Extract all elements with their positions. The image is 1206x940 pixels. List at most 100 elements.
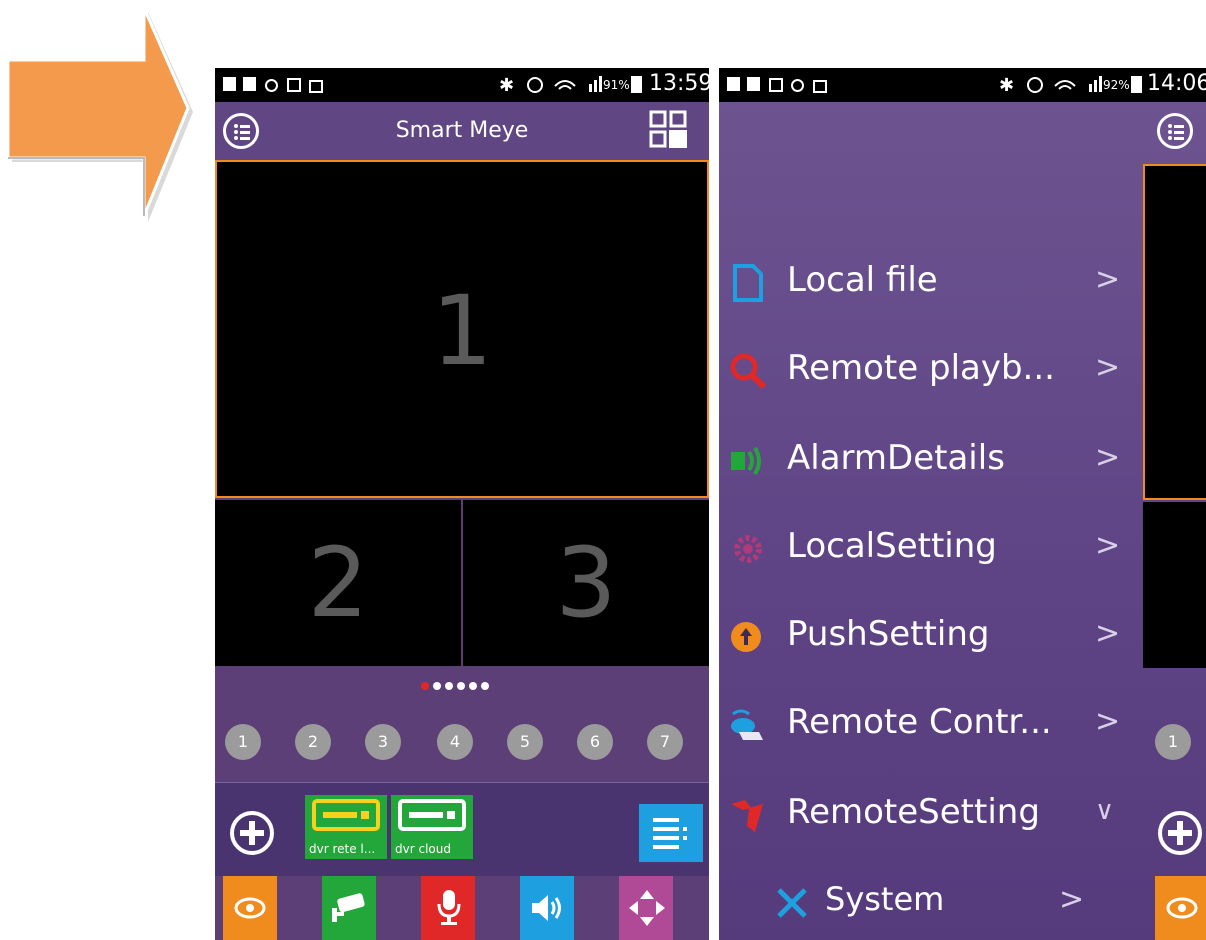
channel-button[interactable]: 7 bbox=[647, 724, 683, 760]
chevron-right-icon: > bbox=[1095, 616, 1121, 651]
chevron-down-icon: ∨ bbox=[1095, 796, 1115, 826]
ptz-icon bbox=[1166, 897, 1198, 919]
notification-icon bbox=[791, 79, 804, 92]
wrench-icon bbox=[777, 888, 807, 918]
page-dot bbox=[469, 682, 477, 690]
menu-item-local-file[interactable]: Local file > bbox=[719, 248, 1149, 320]
channel-button[interactable]: 6 bbox=[577, 724, 613, 760]
channel-button[interactable]: 1 bbox=[1155, 724, 1191, 760]
video-cell-3[interactable]: 3 bbox=[463, 500, 709, 666]
notification-icon bbox=[747, 77, 760, 91]
remote-control-icon bbox=[731, 709, 763, 740]
dvr-icon bbox=[398, 799, 466, 831]
app-title: Smart Meye bbox=[395, 118, 529, 143]
add-device-icon[interactable] bbox=[1157, 810, 1203, 856]
ptz-button[interactable] bbox=[1155, 876, 1206, 940]
battery-icon bbox=[1131, 76, 1142, 93]
video-cell-1[interactable]: 1 bbox=[215, 160, 709, 498]
status-bar: ✱ 91% 13:59 bbox=[215, 68, 709, 102]
channel-button[interactable]: 5 bbox=[507, 724, 543, 760]
gear-icon bbox=[734, 535, 762, 563]
arrow-graphic bbox=[6, 7, 193, 222]
list-menu-icon[interactable] bbox=[223, 113, 259, 149]
cell-number: 1 bbox=[431, 275, 493, 387]
menu-item-system[interactable]: System > bbox=[719, 868, 1149, 940]
chevron-right-icon: > bbox=[1095, 262, 1121, 297]
tools-icon bbox=[731, 800, 763, 832]
menu-item-label: RemoteSetting bbox=[787, 792, 1040, 832]
menu-item-label: Remote Contr... bbox=[787, 702, 1052, 742]
direction-button[interactable] bbox=[619, 876, 673, 940]
phone-screen-main: ✱ 91% 13:59 Smart Meye 1 2 3 1 2 3 4 5 6… bbox=[215, 68, 709, 940]
channel-button[interactable]: 4 bbox=[437, 724, 473, 760]
battery-percent: 91% bbox=[603, 78, 630, 92]
ptz-button[interactable] bbox=[223, 876, 277, 940]
page-dot bbox=[481, 682, 489, 690]
page-dot bbox=[445, 682, 453, 690]
notification-icon bbox=[769, 78, 783, 92]
dvr-icon bbox=[312, 799, 380, 831]
svg-text:✱: ✱ bbox=[499, 75, 514, 96]
list-icon bbox=[653, 818, 687, 849]
status-bar: ✱ 92% 14:06 bbox=[719, 68, 1206, 102]
menu-item-remote-control[interactable]: Remote Contr... > bbox=[719, 690, 1149, 762]
cell-number: 2 bbox=[307, 527, 369, 639]
page-dot bbox=[433, 682, 441, 690]
microphone-button[interactable] bbox=[421, 876, 475, 940]
device-label: dvr rete l... bbox=[309, 842, 376, 856]
menu-item-alarm-details[interactable]: AlarmDetails > bbox=[719, 426, 1149, 498]
menu-item-label: System bbox=[825, 880, 945, 918]
menu-item-label: PushSetting bbox=[787, 614, 990, 654]
device-label: dvr cloud bbox=[395, 842, 451, 856]
battery-icon bbox=[631, 76, 642, 93]
direction-arrows-icon bbox=[629, 890, 665, 926]
notification-icon bbox=[727, 77, 740, 91]
chevron-right-icon: > bbox=[1095, 440, 1121, 475]
video-cell-peek[interactable] bbox=[1143, 164, 1206, 500]
device-tile[interactable]: dvr cloud bbox=[391, 795, 473, 859]
menu-item-remote-setting[interactable]: RemoteSetting ∨ bbox=[719, 780, 1149, 852]
speaker-icon bbox=[532, 895, 561, 921]
menu-item-label: Remote playb... bbox=[787, 348, 1055, 388]
page-dot bbox=[457, 682, 465, 690]
notification-icon bbox=[223, 77, 236, 91]
microphone-icon bbox=[437, 890, 461, 925]
chevron-right-icon: > bbox=[1059, 882, 1085, 917]
menu-item-local-setting[interactable]: LocalSetting > bbox=[719, 514, 1149, 586]
grid-layout-icon[interactable] bbox=[649, 110, 687, 148]
menu-item-push-setting[interactable]: PushSetting > bbox=[719, 602, 1149, 674]
file-icon bbox=[733, 264, 763, 302]
notification-icon bbox=[243, 77, 256, 91]
channel-button[interactable]: 3 bbox=[365, 724, 401, 760]
app-header: Smart Meye bbox=[215, 102, 709, 160]
menu-item-label: AlarmDetails bbox=[787, 438, 1005, 478]
menu-item-label: Local file bbox=[787, 260, 938, 300]
menu-item-label: LocalSetting bbox=[787, 526, 997, 566]
phone-screen-menu: ✱ 92% 14:06 Local file > Remote playb...… bbox=[719, 68, 1206, 940]
notification-icon bbox=[265, 79, 278, 92]
camera-icon bbox=[332, 893, 365, 922]
device-tile[interactable]: dvr rete l... bbox=[305, 795, 387, 859]
channel-button[interactable]: 2 bbox=[295, 724, 331, 760]
notification-icon bbox=[309, 80, 323, 93]
ptz-icon bbox=[234, 897, 266, 919]
chevron-right-icon: > bbox=[1095, 350, 1121, 385]
clock: 14:06 bbox=[1147, 71, 1206, 96]
page-dot-active bbox=[421, 682, 429, 690]
channel-button[interactable]: 1 bbox=[225, 724, 261, 760]
device-list-button[interactable] bbox=[639, 804, 703, 862]
cell-number: 3 bbox=[555, 527, 617, 639]
speaker-button[interactable] bbox=[520, 876, 574, 940]
camera-button[interactable] bbox=[322, 876, 376, 940]
clock: 13:59 bbox=[649, 71, 709, 96]
list-menu-icon[interactable] bbox=[1157, 113, 1193, 149]
alarm-icon bbox=[731, 446, 761, 476]
notification-icon bbox=[813, 80, 827, 93]
video-cell-2[interactable]: 2 bbox=[215, 500, 461, 666]
menu-item-remote-playback[interactable]: Remote playb... > bbox=[719, 336, 1149, 408]
chevron-right-icon: > bbox=[1095, 704, 1121, 739]
video-cell-peek[interactable] bbox=[1143, 502, 1206, 668]
svg-text:✱: ✱ bbox=[999, 75, 1014, 96]
chevron-right-icon: > bbox=[1095, 528, 1121, 563]
add-device-icon[interactable] bbox=[229, 810, 275, 856]
